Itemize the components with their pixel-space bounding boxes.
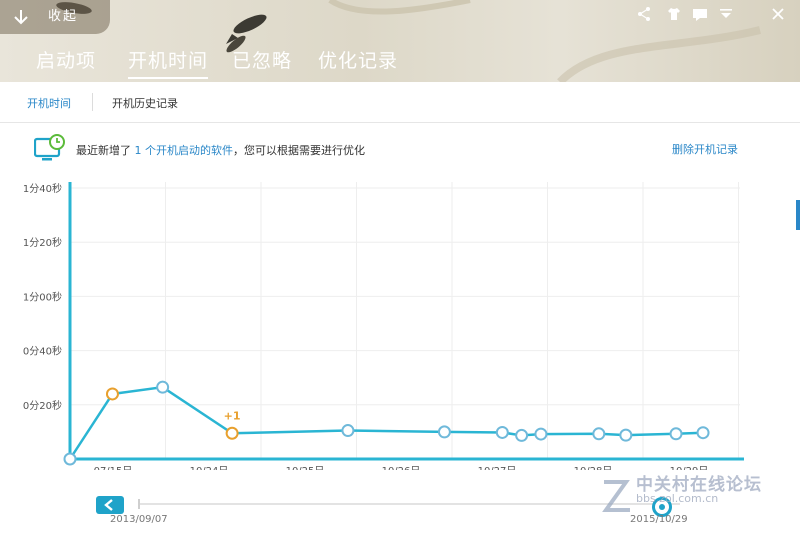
shirt-icon[interactable] [666, 6, 682, 22]
tab-ignored[interactable]: 已忽略 [232, 46, 292, 73]
data-point [341, 424, 355, 438]
tab-boot-time[interactable]: 开机时间 [128, 46, 209, 79]
new-software-link[interactable]: 1 个开机启动的软件 [135, 144, 234, 157]
data-point [156, 380, 170, 394]
header-banner: 收起 启动项 开机时间 已忽略 优化记录 [0, 0, 800, 82]
x-tick-label: 07/15日 [94, 466, 133, 470]
delete-boot-records-link[interactable]: 删除开机记录 [672, 141, 738, 157]
tab-optimize-history[interactable]: 优化记录 [318, 46, 398, 73]
data-point [63, 452, 77, 466]
subtab-boot-history[interactable]: 开机历史记录 [112, 95, 178, 111]
y-tick-label: 0分40秒 [23, 345, 62, 358]
data-point [696, 426, 710, 440]
x-tick-label: 10/24日 [190, 466, 229, 470]
notice-suffix: ，您可以根据需要进行优化 [233, 144, 365, 157]
tab-startup[interactable]: 启动项 [36, 46, 96, 73]
collapse-button[interactable]: 收起 [0, 0, 110, 34]
chat-icon[interactable] [692, 6, 708, 22]
notice-prefix: 最近新增了 [76, 144, 135, 157]
subtab-boot-time[interactable]: 开机时间 [27, 95, 71, 111]
y-tick-label: 0分20秒 [23, 399, 62, 412]
new-software-point [105, 387, 119, 401]
x-tick-label: 10/26日 [382, 466, 421, 470]
timeline-start-date: 2013/09/07 [110, 514, 168, 525]
notice-text: 最近新增了 1 个开机启动的软件，您可以根据需要进行优化 [76, 142, 365, 158]
data-point [619, 428, 633, 442]
arrow-down-icon [14, 10, 28, 25]
data-point [669, 427, 683, 441]
timeline-back-button[interactable] [96, 496, 124, 514]
sub-navigation: 开机时间 开机历史记录 [0, 82, 800, 123]
main-tabs: 启动项 开机时间 已忽略 优化记录 [0, 42, 800, 82]
data-point [515, 428, 529, 442]
boot-time-chart: 0分20秒 0分40秒 1分00秒 1分20秒 1分40秒 07/15日 10/24日 10/… [23, 182, 744, 470]
y-tick-label: 1分00秒 [23, 290, 62, 303]
watermark-subtext: bbs.zol.com.cn [636, 492, 719, 505]
data-point [592, 427, 606, 441]
share-icon[interactable] [636, 6, 652, 22]
data-point [495, 425, 509, 439]
y-tick-label: 1分20秒 [23, 236, 62, 249]
close-icon[interactable] [770, 6, 786, 22]
window-edge-accent [796, 200, 800, 230]
x-tick-label: 10/27日 [478, 466, 517, 470]
menu-down-icon[interactable] [718, 6, 734, 22]
computer-clock-icon [34, 134, 65, 161]
subnav-divider [92, 93, 93, 111]
collapse-label: 收起 [48, 9, 79, 24]
data-point [534, 427, 548, 441]
y-tick-label: 1分40秒 [23, 182, 62, 195]
x-tick-label: 10/25日 [286, 466, 325, 470]
chevron-left-icon [104, 499, 113, 511]
data-label: +1 [224, 409, 241, 422]
series-line [68, 385, 704, 460]
new-software-point [225, 426, 239, 440]
data-point [437, 425, 451, 439]
